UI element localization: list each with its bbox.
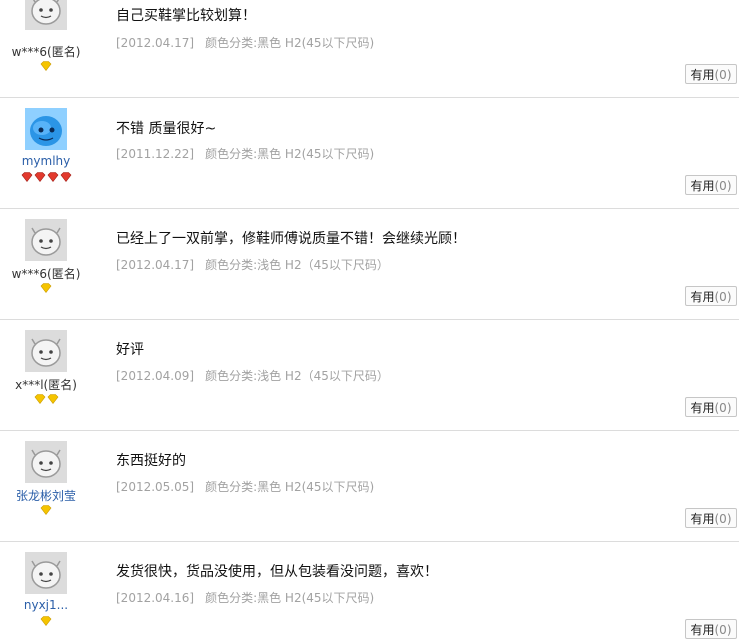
default-avatar-icon <box>31 0 61 25</box>
review-meta: [2012.05.05] 颜色分类:黑色 H2(45以下尺码) <box>116 478 374 495</box>
review-meta: [2012.04.17] 颜色分类:浅色 H2（45以下尺码） <box>116 256 389 273</box>
user-avatar[interactable] <box>25 441 67 483</box>
credit-badge <box>0 283 92 293</box>
yellow-diamond-icon <box>47 394 58 404</box>
useful-count: (0) <box>714 68 732 82</box>
review-date: [2012.04.16] <box>116 591 195 605</box>
default-avatar-icon <box>31 338 61 367</box>
credit-badge <box>0 505 92 515</box>
useful-label: 有用 <box>690 179 715 193</box>
credit-badge <box>0 61 92 71</box>
review-item: nyxj1... 发货很快，货品没使用，但从包装看没问题，喜欢！ [2012.0… <box>0 542 739 639</box>
useful-count: (0) <box>714 623 732 637</box>
sku-info: 颜色分类:浅色 H2（45以下尺码） <box>205 369 389 383</box>
default-avatar-icon <box>31 449 61 478</box>
red-diamond-icon <box>60 172 71 182</box>
sku-info: 颜色分类:黑色 H2(45以下尺码) <box>205 147 375 161</box>
user-avatar[interactable] <box>25 552 67 594</box>
useful-label: 有用 <box>690 68 715 82</box>
user-avatar[interactable] <box>25 219 67 261</box>
review-item: w***6(匿名) 自己买鞋掌比较划算！ [2012.04.17] 颜色分类:黑色… <box>0 0 739 98</box>
yellow-diamond-icon <box>34 394 45 404</box>
useful-button[interactable]: 有用(0) <box>685 397 737 417</box>
review-content: 不错 质量很好~ <box>116 121 217 137</box>
review-content: 发货很快，货品没使用，但从包装看没问题，喜欢！ <box>116 564 438 580</box>
red-diamond-icon <box>34 172 45 182</box>
user-avatar[interactable] <box>25 330 67 372</box>
yellow-diamond-icon <box>40 505 52 515</box>
useful-count: (0) <box>714 512 732 526</box>
credit-badge <box>0 616 92 626</box>
useful-button[interactable]: 有用(0) <box>685 619 737 639</box>
useful-count: (0) <box>714 179 732 193</box>
review-date: [2012.04.09] <box>116 369 195 383</box>
user-name-link[interactable]: 张龙彬刘莹 <box>0 487 92 504</box>
review-item: w***6(匿名) 已经上了一双前掌，修鞋师傅说质量不错！会继续光顾！ [201… <box>0 209 739 320</box>
yellow-diamond-icon <box>40 283 52 293</box>
useful-label: 有用 <box>690 290 715 304</box>
review-item: 张龙彬刘莹 东西挺好的 [2012.05.05] 颜色分类:黑色 H2(45以下尺… <box>0 431 739 542</box>
review-meta: [2011.12.22] 颜色分类:黑色 H2(45以下尺码) <box>116 145 374 162</box>
review-date: [2012.04.17] <box>116 36 195 50</box>
review-content: 东西挺好的 <box>116 453 186 469</box>
user-avatar[interactable] <box>25 0 67 30</box>
sku-info: 颜色分类:黑色 H2(45以下尺码) <box>205 480 375 494</box>
user-avatar[interactable] <box>25 108 67 150</box>
red-diamond-icon <box>21 172 32 182</box>
red-diamond-icon <box>47 172 58 182</box>
sku-info: 颜色分类:黑色 H2(45以下尺码) <box>205 591 375 605</box>
review-item: x***l(匿名) 好评 [2012.04.09] 颜色分类:浅色 H2（45以下… <box>0 320 739 431</box>
yellow-diamond-icon <box>40 61 52 71</box>
useful-button[interactable]: 有用(0) <box>685 64 737 84</box>
sku-info: 颜色分类:黑色 H2(45以下尺码) <box>205 36 375 50</box>
review-meta: [2012.04.09] 颜色分类:浅色 H2（45以下尺码） <box>116 367 389 384</box>
credit-badge <box>0 172 92 182</box>
useful-count: (0) <box>714 290 732 304</box>
review-date: [2012.05.05] <box>116 480 195 494</box>
useful-button[interactable]: 有用(0) <box>685 175 737 195</box>
review-content: 已经上了一双前掌，修鞋师傅说质量不错！会继续光顾！ <box>116 231 466 247</box>
useful-button[interactable]: 有用(0) <box>685 508 737 528</box>
review-content: 自己买鞋掌比较划算！ <box>116 8 256 24</box>
useful-label: 有用 <box>690 401 715 415</box>
review-date: [2012.04.17] <box>116 258 195 272</box>
review-meta: [2012.04.17] 颜色分类:黑色 H2(45以下尺码) <box>116 34 374 51</box>
default-avatar-icon <box>31 560 61 589</box>
sku-info: 颜色分类:浅色 H2（45以下尺码） <box>205 258 389 272</box>
review-list: w***6(匿名) 自己买鞋掌比较划算！ [2012.04.17] 颜色分类:黑色… <box>0 0 739 639</box>
default-avatar-icon <box>31 227 61 256</box>
user-name: w***6(匿名) <box>11 45 81 59</box>
review-content: 好评 <box>116 342 144 358</box>
useful-label: 有用 <box>690 623 715 637</box>
review-date: [2011.12.22] <box>116 147 195 161</box>
useful-count: (0) <box>714 401 732 415</box>
review-item: mymlhy 不错 质量很好~ [2011.12.22] 颜色分类:黑色 H2(4… <box>0 98 739 209</box>
user-name-link[interactable]: nyxj1... <box>0 598 92 612</box>
credit-badge <box>0 394 92 404</box>
yellow-diamond-icon <box>40 616 52 626</box>
qq-penguin-icon <box>25 108 67 150</box>
useful-button[interactable]: 有用(0) <box>685 286 737 306</box>
user-name: x***l(匿名) <box>15 378 77 392</box>
review-meta: [2012.04.16] 颜色分类:黑色 H2(45以下尺码) <box>116 589 374 606</box>
useful-label: 有用 <box>690 512 715 526</box>
user-name: w***6(匿名) <box>11 267 81 281</box>
user-name-link[interactable]: mymlhy <box>0 154 92 168</box>
